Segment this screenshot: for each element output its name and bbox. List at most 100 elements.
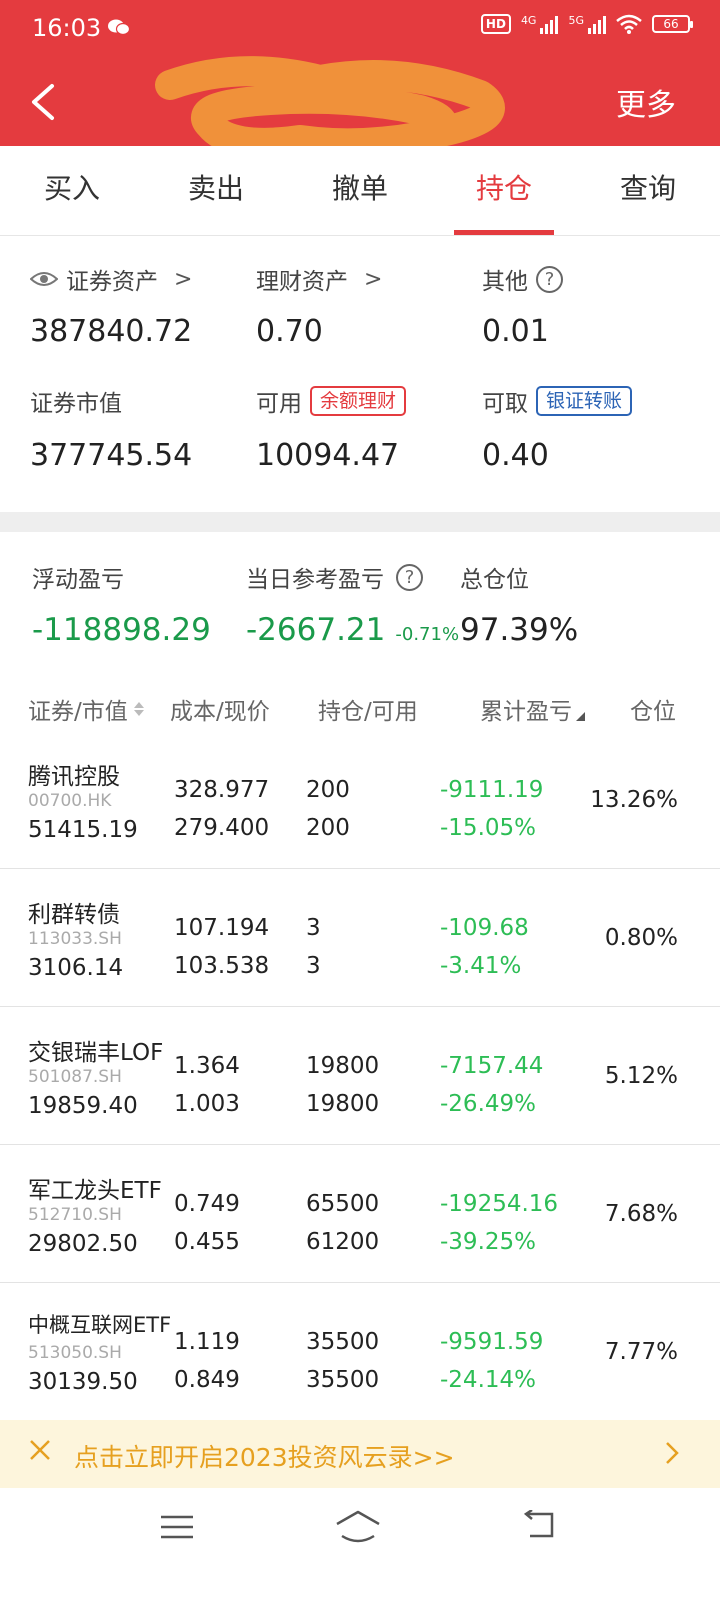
home-icon[interactable] (334, 1508, 382, 1544)
sort-desc-icon (576, 711, 585, 721)
holding-row[interactable]: 交银瑞丰LOF 501087.SH 19859.40 1.364 1.003 1… (0, 1007, 720, 1145)
tab-sell[interactable]: 卖出 (144, 146, 288, 235)
holding-row[interactable]: 中概互联网ETF 513050.SH 30139.50 1.119 0.849 … (0, 1283, 720, 1421)
security-name: 利群转债 (28, 902, 120, 928)
market-value-label: 证券市值 (30, 391, 122, 417)
status-indicators: HD 4G 5G 66 (480, 14, 693, 34)
security-code: 512710.SH (28, 1205, 122, 1225)
column-cost: 成本/现价 (170, 699, 270, 725)
cost-price: 1.364 1.003 (174, 1047, 240, 1123)
securities-assets-value: 387840.72 (30, 314, 193, 349)
other-label: 其他 (482, 269, 528, 295)
pnl-amount: -9111.19 (440, 777, 544, 803)
app-header: 16:03 HD 4G 5G 66 更多 (0, 0, 720, 165)
balance-wealth-button[interactable]: 余额理财 (310, 386, 407, 416)
position-ratio: 5.12% (604, 1063, 678, 1089)
daily-pnl: -2667.21 -0.71% (246, 612, 459, 648)
column-position: 仓位 (630, 699, 676, 725)
menu-icon[interactable] (160, 1514, 194, 1540)
signal-5g-label: 5G (568, 14, 584, 27)
wifi-icon (616, 14, 642, 34)
available-funds: 可用 余额理财 (256, 384, 407, 418)
pnl-amount: -9591.59 (440, 1329, 544, 1355)
wealth-assets-link[interactable]: 理财资产 > (256, 262, 382, 296)
securities-assets-label: 证券资产 (66, 269, 158, 295)
cost: 328.977 (174, 777, 270, 803)
cumulative-pnl: -9591.59 -24.14% (440, 1323, 543, 1399)
signal-4g-icon: 4G (521, 14, 559, 34)
pnl-amount: -7157.44 (440, 1053, 544, 1079)
pnl-amount: -19254.16 (440, 1191, 559, 1217)
current-price: 0.849 (174, 1367, 240, 1393)
more-button[interactable]: 更多 (616, 80, 676, 124)
cost-price: 328.977 279.400 (174, 771, 269, 847)
position-ratio: 7.68% (604, 1201, 678, 1227)
pnl-percent: -15.05% (440, 815, 536, 841)
cost: 1.364 (174, 1053, 240, 1079)
holding-quantity: 19800 19800 (306, 1047, 379, 1123)
holding-quantity: 65500 61200 (306, 1185, 379, 1261)
holding-quantity: 200 200 (306, 771, 350, 847)
daily-pnl-pct: -0.71% (395, 624, 460, 645)
hold: 35500 (306, 1329, 380, 1355)
tab-query[interactable]: 查询 (576, 146, 720, 235)
floating-pnl-value: -118898.29 (32, 612, 211, 648)
column-hold: 持仓/可用 (318, 699, 418, 725)
available: 61200 (306, 1229, 380, 1255)
holding-row[interactable]: 军工龙头ETF 512710.SH 29802.50 0.749 0.455 6… (0, 1145, 720, 1283)
security-name: 军工龙头ETF (28, 1178, 162, 1204)
security-name: 交银瑞丰LOF (28, 1040, 164, 1066)
tab-holdings[interactable]: 持仓 (432, 146, 576, 235)
tab-buy[interactable]: 买入 (0, 146, 144, 235)
pnl-percent: -3.41% (440, 953, 522, 979)
security-name: 腾讯控股 (28, 764, 120, 790)
cumulative-pnl: -7157.44 -26.49% (440, 1047, 543, 1123)
pnl-percent: -26.49% (440, 1091, 536, 1117)
position-ratio: 13.26% (590, 787, 678, 813)
daily-pnl-label: 当日参考盈亏 (246, 567, 384, 593)
close-icon[interactable] (28, 1438, 52, 1462)
bank-transfer-button[interactable]: 银证转账 (536, 386, 633, 416)
pnl-summary: 浮动盈亏 -118898.29 当日参考盈亏 ? -2667.21 -0.71% … (0, 532, 720, 672)
column-security[interactable]: 证券/市值 (28, 692, 144, 726)
column-security-label: 证券/市值 (28, 699, 128, 725)
current-price: 1.003 (174, 1091, 240, 1117)
other-value: 0.01 (482, 314, 549, 349)
withdrawable-label: 可取 (482, 391, 528, 417)
position-ratio: 7.77% (604, 1339, 678, 1365)
security-code: 513050.SH (28, 1343, 122, 1363)
market-value: 29802.50 (28, 1231, 138, 1257)
daily-pnl-header: 当日参考盈亏 ? (246, 560, 423, 594)
available: 200 (306, 815, 350, 841)
tab-cancel-order[interactable]: 撤单 (288, 146, 432, 235)
wechat-notification-icon (108, 19, 130, 36)
cost-price: 107.194 103.538 (174, 909, 269, 985)
holding-quantity: 35500 35500 (306, 1323, 379, 1399)
holding-row[interactable]: 利群转债 113033.SH 3106.14 107.194 103.538 3… (0, 869, 720, 1007)
cost-price: 0.749 0.455 (174, 1185, 240, 1261)
security-code: 00700.HK (28, 791, 112, 811)
daily-pnl-value: -2667.21 (246, 612, 386, 648)
promo-text[interactable]: 点击立即开启2023投资风云录>> (74, 1438, 455, 1474)
back-icon[interactable] (520, 1510, 558, 1540)
help-icon[interactable]: ? (536, 265, 563, 293)
securities-assets-link[interactable]: 证券资产 > (30, 262, 192, 296)
help-icon[interactable]: ? (396, 563, 423, 591)
signal-4g-label: 4G (520, 14, 537, 27)
chevron-right-icon[interactable] (664, 1440, 680, 1466)
signal-5g-icon: 5G (568, 14, 606, 34)
cost: 0.749 (174, 1191, 240, 1217)
back-arrow-icon[interactable] (28, 82, 58, 122)
cumulative-pnl: -109.68 -3.41% (440, 909, 529, 985)
available: 35500 (306, 1367, 380, 1393)
market-value: 3106.14 (28, 955, 124, 981)
available: 19800 (306, 1091, 380, 1117)
market-value: 19859.40 (28, 1093, 138, 1119)
cost-price: 1.119 0.849 (174, 1323, 240, 1399)
section-divider (0, 512, 720, 532)
holding-row[interactable]: 腾讯控股 00700.HK 51415.19 328.977 279.400 2… (0, 731, 720, 869)
current-price: 0.455 (174, 1229, 240, 1255)
eye-icon[interactable] (30, 270, 58, 288)
column-pnl[interactable]: 累计盈亏 (480, 692, 585, 726)
promo-banner[interactable]: 点击立即开启2023投资风云录>> (0, 1420, 720, 1488)
